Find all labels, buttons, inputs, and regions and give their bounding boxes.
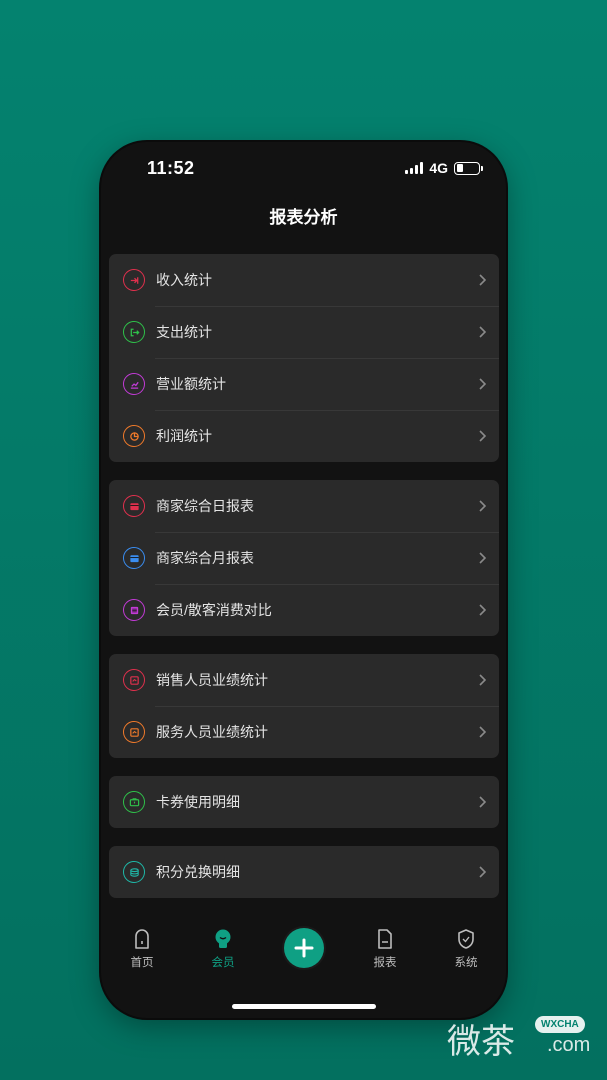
item-label: 商家综合日报表: [156, 498, 254, 514]
compare-icon: [123, 599, 145, 621]
report-list[interactable]: 收入统计 支出统计 营业额统计 利润统计 商家综合日报表 商家综合月报表 会员/…: [109, 254, 499, 916]
item-label: 积分兑换明细: [156, 864, 240, 880]
phone-screen: 11:52 4G 报表分析 收入统计 支出统计 营业额统计 利润统计 商家综合日…: [101, 142, 506, 1018]
bottom-tab-bar: 首页 会员 报表 系统: [101, 920, 506, 990]
tab-label: 报表: [373, 957, 397, 969]
list-item-member-compare[interactable]: 会员/散客消费对比: [109, 584, 499, 636]
item-label: 销售人员业绩统计: [156, 672, 268, 688]
status-bar: 11:52 4G: [101, 142, 506, 194]
list-item-monthly-report[interactable]: 商家综合月报表: [109, 532, 499, 584]
chevron-right-icon: [479, 726, 487, 738]
list-item-points-exchange[interactable]: 积分兑换明细: [109, 846, 499, 898]
chevron-right-icon: [479, 674, 487, 686]
chevron-right-icon: [479, 796, 487, 808]
list-item-coupon-usage[interactable]: 卡券使用明细: [109, 776, 499, 828]
item-label: 利润统计: [156, 428, 212, 444]
sales-performance-icon: [123, 669, 145, 691]
status-indicators: 4G: [405, 160, 483, 176]
list-item-sales-performance[interactable]: 销售人员业绩统计: [109, 654, 499, 706]
tab-label: 系统: [454, 957, 478, 969]
item-label: 支出统计: [156, 324, 212, 340]
home-icon: [135, 929, 149, 949]
list-item-income[interactable]: 收入统计: [109, 254, 499, 306]
revenue-chart-icon: [123, 373, 145, 395]
chevron-right-icon: [479, 500, 487, 512]
monthly-report-icon: [123, 547, 145, 569]
network-type: 4G: [429, 160, 448, 176]
list-item-service-performance[interactable]: 服务人员业绩统计: [109, 706, 499, 758]
plus-icon: [294, 938, 314, 958]
report-group-coupon: 卡券使用明细: [109, 776, 499, 828]
home-indicator: [232, 1004, 376, 1009]
chevron-right-icon: [479, 552, 487, 564]
battery-icon: [454, 161, 483, 175]
daily-report-icon: [123, 495, 145, 517]
chevron-right-icon: [479, 604, 487, 616]
item-label: 卡券使用明细: [156, 794, 240, 810]
report-group-staff: 销售人员业绩统计 服务人员业绩统计: [109, 654, 499, 758]
service-performance-icon: [123, 721, 145, 743]
watermark-domain: .com: [547, 1034, 591, 1056]
report-group-points: 积分兑换明细: [109, 846, 499, 898]
item-label: 会员/散客消费对比: [156, 602, 272, 618]
expense-icon: [123, 321, 145, 343]
pie-chart-icon: [123, 425, 145, 447]
chevron-right-icon: [479, 866, 487, 878]
report-group-finance: 收入统计 支出统计 营业额统计 利润统计: [109, 254, 499, 462]
signal-icon: [405, 162, 424, 174]
list-item-daily-report[interactable]: 商家综合日报表: [109, 480, 499, 532]
tab-label: 首页: [130, 957, 154, 969]
chevron-right-icon: [479, 430, 487, 442]
page-title: 报表分析: [269, 208, 338, 227]
item-label: 收入统计: [156, 272, 212, 288]
tab-home[interactable]: 首页: [112, 928, 172, 970]
chevron-right-icon: [479, 378, 487, 390]
tab-member[interactable]: 会员: [193, 928, 253, 970]
tab-label: 会员: [211, 957, 235, 969]
points-icon: [123, 861, 145, 883]
chevron-right-icon: [479, 274, 487, 286]
chevron-right-icon: [479, 326, 487, 338]
watermark-text: 微茶: [447, 1022, 515, 1062]
item-label: 服务人员业绩统计: [156, 724, 268, 740]
coupon-icon: [123, 791, 145, 813]
list-item-profit[interactable]: 利润统计: [109, 410, 499, 462]
item-label: 营业额统计: [156, 376, 226, 392]
watermark-badge: WXCHA: [535, 1016, 585, 1033]
tab-system[interactable]: 系统: [436, 928, 496, 970]
status-time: 11:52: [147, 158, 195, 178]
watermark-logo: 微茶 WXCHA .com: [447, 1012, 597, 1062]
member-icon: [215, 929, 231, 948]
report-icon: [378, 929, 392, 949]
item-label: 商家综合月报表: [156, 550, 254, 566]
shield-icon: [458, 929, 474, 949]
add-button[interactable]: [284, 928, 324, 968]
tab-report[interactable]: 报表: [355, 928, 415, 970]
income-icon: [123, 269, 145, 291]
report-group-merchant: 商家综合日报表 商家综合月报表 会员/散客消费对比: [109, 480, 499, 636]
list-item-revenue[interactable]: 营业额统计: [109, 358, 499, 410]
list-item-expense[interactable]: 支出统计: [109, 306, 499, 358]
